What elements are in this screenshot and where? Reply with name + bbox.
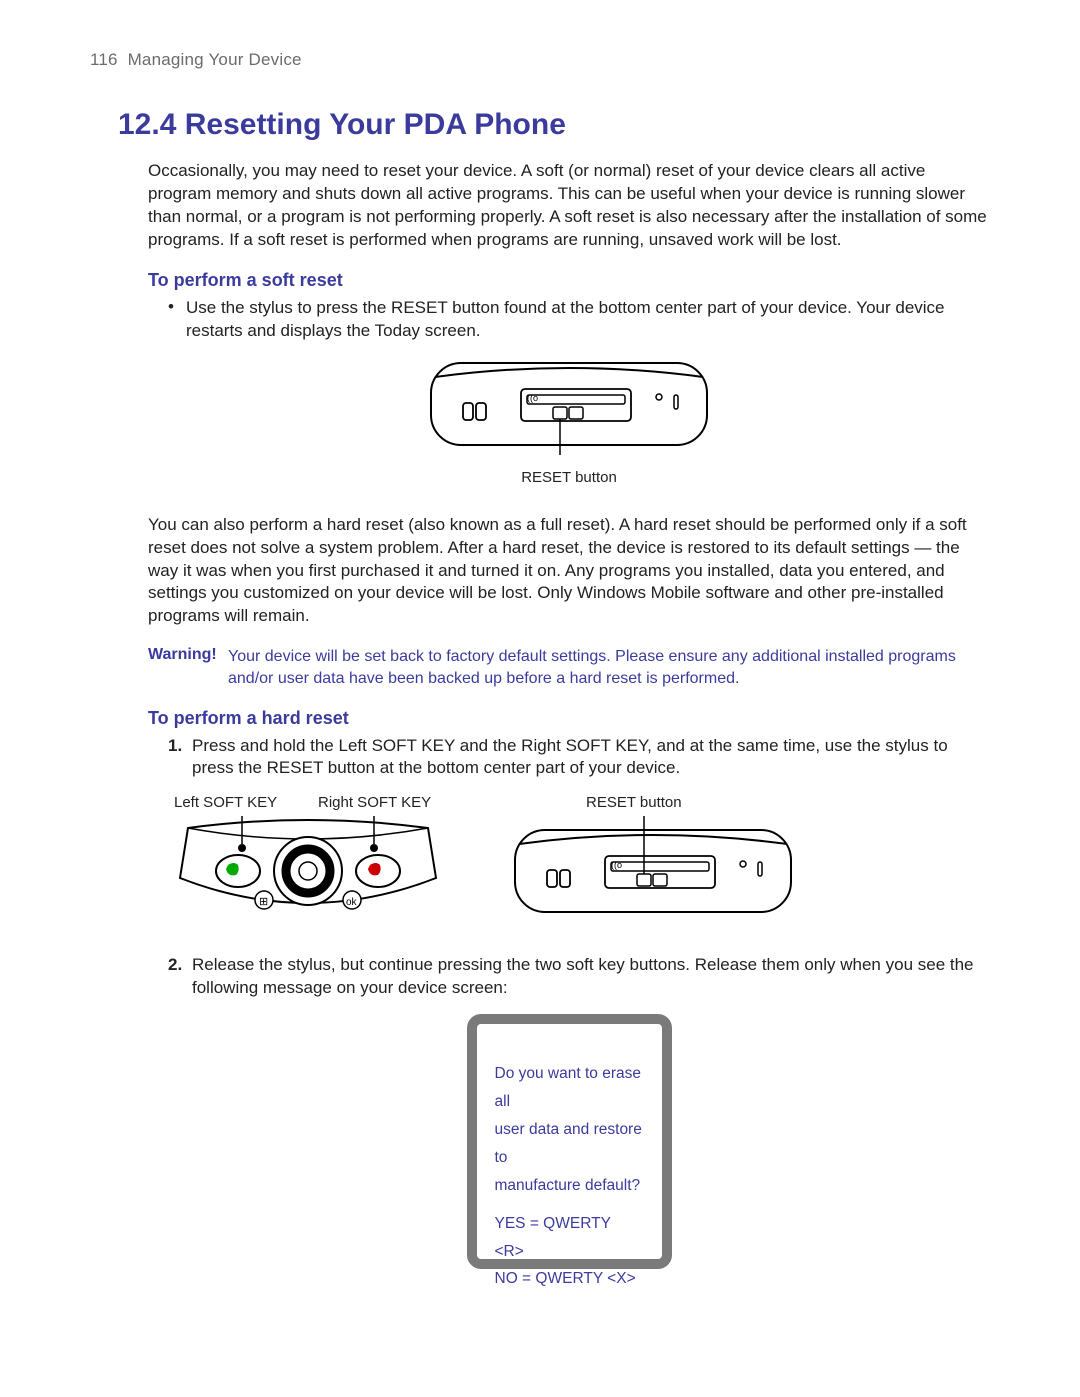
left-softkey-label: Left SOFT KEY [174, 794, 277, 811]
chapter-name: Managing Your Device [128, 50, 302, 69]
soft-reset-bullet: Use the stylus to press the RESET button… [168, 297, 990, 343]
svg-text:ok: ok [346, 897, 358, 908]
warning-label: Warning! [148, 646, 228, 689]
running-header: 116 Managing Your Device [90, 50, 990, 70]
keypad-figure: Left SOFT KEY Right SOFT KEY [168, 794, 448, 936]
screen-line-3: manufacture default? [495, 1172, 644, 1200]
hard-reset-heading: To perform a hard reset [148, 708, 990, 729]
device-bottom-icon-2: ((o [513, 816, 793, 924]
warning-block: Warning! Your device will be set back to… [148, 646, 990, 689]
screen-line-2: user data and restore to [495, 1116, 644, 1172]
page-number: 116 [90, 50, 118, 69]
svg-text:⊞: ⊞ [259, 896, 268, 908]
intro-paragraph: Occasionally, you may need to reset your… [148, 160, 990, 252]
soft-reset-heading: To perform a soft reset [148, 270, 990, 291]
reset-button-caption-1: RESET button [148, 469, 990, 486]
screen-yes-line: YES = QWERTY <R> [495, 1210, 644, 1266]
device-bottom-figure-2: RESET button ((o [508, 794, 798, 924]
right-softkey-label: Right SOFT KEY [318, 794, 431, 811]
screen-line-1: Do you want to erase all [495, 1060, 644, 1116]
keypad-icon: ⊞ ok [168, 816, 448, 936]
hard-reset-step-2: Release the stylus, but continue pressin… [168, 954, 990, 1000]
hard-reset-step-1: Press and hold the Left SOFT KEY and the… [168, 735, 990, 781]
device-screen-figure: Do you want to erase all user data and r… [148, 1014, 990, 1269]
svg-text:((o: ((o [527, 393, 538, 403]
device-bottom-icon: ((o [429, 355, 709, 455]
svg-text:((o: ((o [611, 860, 622, 870]
manual-page: 116 Managing Your Device 12.4 Resetting … [0, 0, 1080, 1397]
screen-no-line: NO = QWERTY <X> [495, 1265, 644, 1293]
reset-button-label-2: RESET button [586, 794, 682, 811]
device-screen-box: Do you want to erase all user data and r… [467, 1014, 672, 1269]
device-bottom-figure-1: ((o RESET button [148, 355, 990, 486]
warning-text: Your device will be set back to factory … [228, 646, 990, 689]
hard-reset-intro: You can also perform a hard reset (also … [148, 514, 990, 629]
section-title: 12.4 Resetting Your PDA Phone [118, 108, 990, 142]
